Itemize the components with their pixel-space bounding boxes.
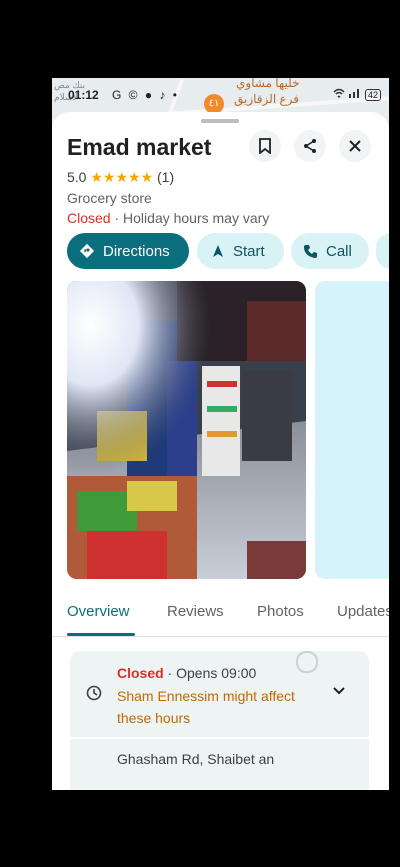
status-bar: 01:12 G © ● ♪ • 42: [52, 88, 389, 106]
system-icons: 42: [333, 88, 381, 101]
place-sheet: Emad market 5.0 ★★★★★ (1) Grocery store …: [52, 112, 389, 790]
hours-opens: · Opens 09:00: [163, 665, 257, 681]
clock-icon: [86, 685, 102, 706]
start-button[interactable]: Start: [197, 233, 284, 269]
navigation-arrow-icon: [211, 244, 225, 258]
tab-reviews[interactable]: Reviews: [167, 603, 224, 620]
review-count: (1): [157, 169, 175, 185]
phone-screen: بنك مص لاسلام خليها مشاوي فرع الزقازيق ٤…: [52, 78, 389, 790]
address-text[interactable]: Ghasham Rd, Shaibet an: [117, 751, 274, 767]
hours-closed: Closed: [117, 665, 164, 681]
wifi-icon: [333, 88, 345, 98]
rating-row[interactable]: 5.0 ★★★★★ (1): [67, 169, 174, 186]
battery-icon: 42: [364, 89, 381, 101]
directions-label: Directions: [103, 242, 170, 260]
closed-status: Closed: [67, 210, 111, 226]
hours-summary[interactable]: Closed · Holiday hours may vary: [67, 210, 269, 226]
share-button[interactable]: [294, 130, 326, 162]
call-label: Call: [326, 242, 352, 260]
chevron-down-icon[interactable]: [332, 683, 346, 701]
notification-icons: G © ● ♪ •: [112, 88, 179, 102]
store-interior-image: [67, 281, 306, 579]
rating-value: 5.0: [67, 169, 87, 185]
bookmark-icon: [259, 138, 271, 154]
close-button[interactable]: [339, 130, 371, 162]
signal-icon: [348, 89, 359, 98]
place-photo-secondary[interactable]: [315, 281, 389, 579]
hours-status-line: Closed · Opens 09:00: [117, 665, 256, 681]
place-category: Grocery store: [67, 190, 152, 206]
share-icon: [304, 139, 316, 153]
tab-bar: Overview Reviews Photos Updates: [52, 594, 389, 637]
tab-photos[interactable]: Photos: [257, 603, 304, 620]
save-button[interactable]: [249, 130, 281, 162]
card-divider: [70, 737, 369, 739]
more-action-button[interactable]: [376, 233, 389, 269]
place-title: Emad market: [67, 134, 212, 160]
tab-updates[interactable]: Updates: [337, 603, 389, 620]
directions-button[interactable]: Directions: [67, 233, 189, 269]
close-icon: [349, 140, 361, 152]
directions-diamond-icon: [79, 243, 95, 259]
start-label: Start: [233, 242, 265, 260]
place-photo[interactable]: [67, 281, 306, 579]
call-button[interactable]: Call: [291, 233, 369, 269]
holiday-notice: Sham Ennessim might affect these hours: [117, 688, 295, 726]
tab-overview[interactable]: Overview: [67, 603, 130, 620]
hours-card[interactable]: Closed · Opens 09:00 Sham Ennessim might…: [70, 651, 369, 790]
phone-icon: [303, 244, 318, 259]
hours-note: · Holiday hours may vary: [110, 210, 270, 226]
drag-handle[interactable]: [201, 119, 239, 123]
touch-ripple: [296, 651, 318, 673]
status-time: 01:12: [68, 88, 99, 102]
active-tab-indicator: [67, 633, 135, 636]
star-rating-icon: ★★★★★: [90, 169, 154, 185]
